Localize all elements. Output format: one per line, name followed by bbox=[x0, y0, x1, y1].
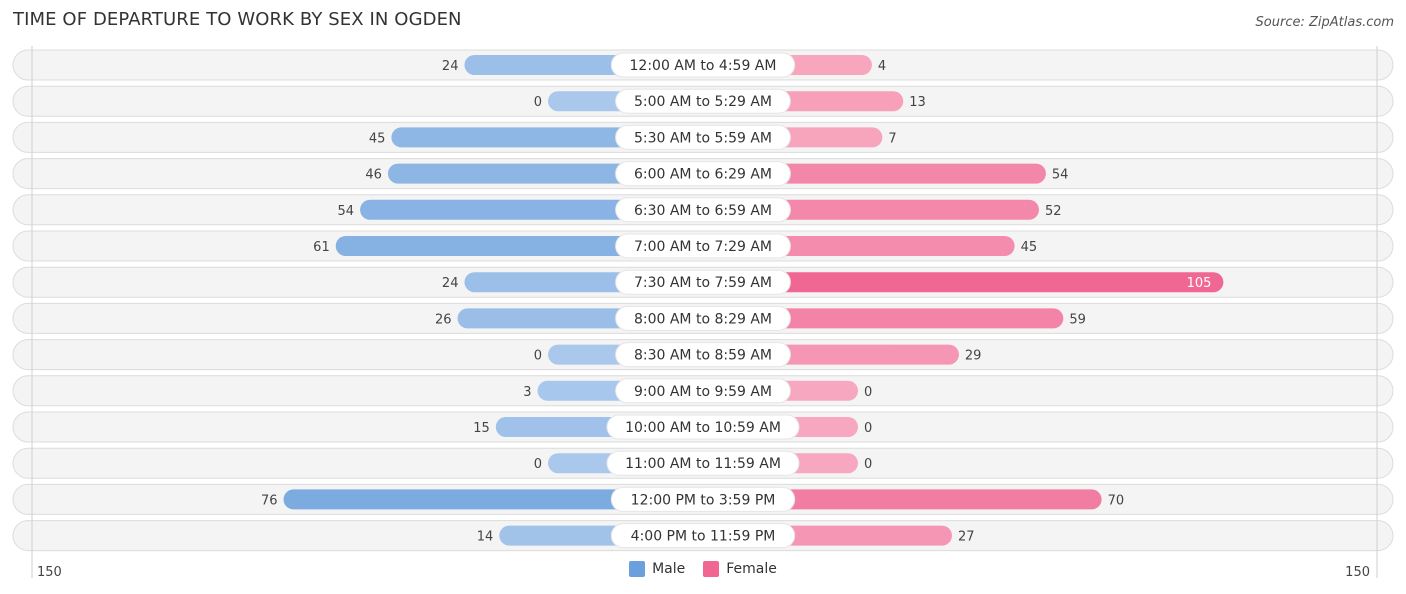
category-label: 8:30 AM to 8:59 AM bbox=[634, 348, 772, 364]
value-label-female: 59 bbox=[1069, 312, 1086, 327]
category-label: 9:00 AM to 9:59 AM bbox=[634, 384, 772, 400]
legend-swatch-female bbox=[703, 561, 720, 577]
table-row: 26 59 8:00 AM to 8:29 AM bbox=[12, 302, 1394, 334]
category-label: 12:00 AM to 4:59 AM bbox=[630, 58, 777, 74]
value-label-male: 0 bbox=[534, 349, 542, 364]
value-label-male: 26 bbox=[435, 312, 452, 327]
value-label-female: 4 bbox=[878, 59, 886, 74]
value-label-female: 0 bbox=[864, 385, 872, 400]
value-label-male: 3 bbox=[523, 385, 531, 400]
category-label: 8:00 AM to 8:29 AM bbox=[634, 311, 772, 327]
legend-label-male: Male bbox=[652, 561, 686, 577]
value-label-female: 7 bbox=[888, 131, 896, 146]
chart-rows: 24 4 12:00 AM to 4:59 AM 0 13 5:00 AM to 5:29… bbox=[12, 49, 1394, 552]
value-label-male: 14 bbox=[477, 530, 494, 545]
value-label-female: 13 bbox=[909, 95, 926, 110]
table-row: 45 7 5:30 AM to 5:59 AM bbox=[12, 121, 1394, 153]
legend-item-female[interactable]: Female bbox=[703, 561, 777, 577]
table-row: 0 29 8:30 AM to 8:59 AM bbox=[12, 339, 1394, 371]
value-label-female: 105 bbox=[1187, 276, 1212, 291]
category-label: 6:30 AM to 6:59 AM bbox=[634, 203, 772, 219]
table-row: 24 4 12:00 AM to 4:59 AM bbox=[12, 49, 1394, 81]
category-label: 7:00 AM to 7:29 AM bbox=[634, 239, 772, 255]
table-row: 54 52 6:30 AM to 6:59 AM bbox=[12, 194, 1394, 226]
category-label: 11:00 AM to 11:59 AM bbox=[625, 456, 781, 472]
value-label-male: 61 bbox=[313, 240, 330, 255]
value-label-female: 29 bbox=[965, 349, 982, 364]
table-row: 15 0 10:00 AM to 10:59 AM bbox=[12, 411, 1394, 443]
value-label-male: 24 bbox=[442, 59, 459, 74]
table-row: 3 0 9:00 AM to 9:59 AM bbox=[12, 375, 1394, 407]
legend-swatch-male bbox=[629, 561, 646, 577]
value-label-male: 54 bbox=[338, 204, 355, 219]
value-label-female: 54 bbox=[1052, 168, 1069, 183]
table-row: 76 70 12:00 PM to 3:59 PM bbox=[12, 483, 1394, 515]
category-label: 6:00 AM to 6:29 AM bbox=[634, 167, 772, 183]
table-row: 24 105 7:30 AM to 7:59 AM bbox=[12, 266, 1394, 298]
value-label-female: 27 bbox=[958, 530, 975, 545]
category-label: 5:00 AM to 5:29 AM bbox=[634, 94, 772, 110]
value-label-female: 45 bbox=[1021, 240, 1038, 255]
value-label-female: 52 bbox=[1045, 204, 1062, 219]
legend-item-male[interactable]: Male bbox=[629, 561, 685, 577]
category-label: 7:30 AM to 7:59 AM bbox=[634, 275, 772, 291]
value-label-male: 15 bbox=[473, 421, 490, 436]
chart-canvas: 24 4 12:00 AM to 4:59 AM 0 13 5:00 AM to 5:29… bbox=[12, 46, 1394, 580]
value-label-female: 0 bbox=[864, 421, 872, 436]
category-label: 5:30 AM to 5:59 AM bbox=[634, 130, 772, 146]
category-label: 12:00 PM to 3:59 PM bbox=[631, 492, 776, 508]
table-row: 61 45 7:00 AM to 7:29 AM bbox=[12, 230, 1394, 262]
value-label-female: 70 bbox=[1108, 493, 1125, 508]
legend: Male Female bbox=[0, 561, 1406, 577]
table-row: 0 0 11:00 AM to 11:59 AM bbox=[12, 447, 1394, 479]
value-label-male: 76 bbox=[261, 493, 278, 508]
value-label-male: 0 bbox=[534, 95, 542, 110]
category-label: 4:00 PM to 11:59 PM bbox=[631, 529, 776, 545]
table-row: 46 54 6:00 AM to 6:29 AM bbox=[12, 158, 1394, 190]
value-label-male: 46 bbox=[365, 168, 382, 183]
value-label-male: 45 bbox=[369, 131, 386, 146]
value-label-male: 24 bbox=[442, 276, 459, 291]
table-row: 0 13 5:00 AM to 5:29 AM bbox=[12, 85, 1394, 117]
value-label-male: 0 bbox=[534, 457, 542, 472]
table-row: 14 27 4:00 PM to 11:59 PM bbox=[12, 520, 1394, 552]
category-label: 10:00 AM to 10:59 AM bbox=[625, 420, 781, 436]
legend-label-female: Female bbox=[726, 561, 777, 577]
value-label-female: 0 bbox=[864, 457, 872, 472]
